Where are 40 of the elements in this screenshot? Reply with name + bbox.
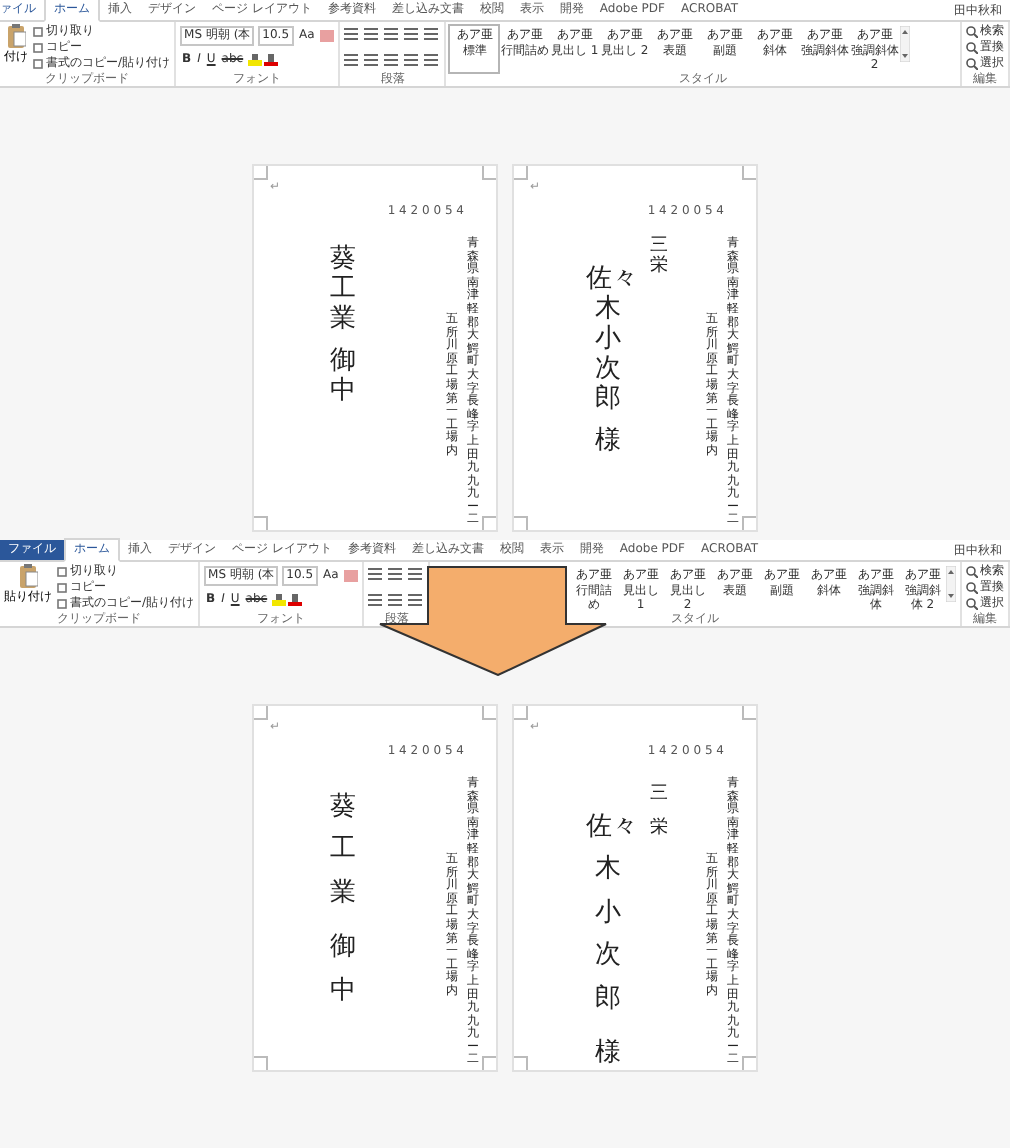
recipient-name: 佐々木小次郎 (586, 810, 631, 1018)
company-name: 三栄 (647, 782, 670, 843)
list-icon[interactable] (364, 54, 379, 66)
list-icon[interactable] (384, 28, 399, 40)
recipient-name: 葵工業 (328, 790, 359, 912)
honorific: 様 (593, 1036, 624, 1073)
honorific: 様 (593, 427, 624, 458)
list-icon[interactable] (384, 54, 399, 66)
font-color-icon[interactable] (287, 594, 302, 606)
list-icon[interactable] (408, 594, 423, 606)
font-color-icon[interactable] (263, 54, 278, 66)
magnifier-icon (966, 582, 978, 594)
magnifier-icon (966, 598, 978, 610)
magnifier-icon (966, 42, 978, 54)
magnifier-icon (966, 58, 978, 70)
list-icon[interactable] (368, 568, 383, 580)
list-icon[interactable] (408, 568, 423, 580)
scroll-arrows-icon[interactable] (900, 26, 911, 62)
recipient-name: 佐々木小次郎 (586, 266, 631, 416)
company-name: 三栄 (647, 238, 670, 278)
list-icon[interactable] (344, 28, 359, 40)
recipient-name: 葵工業 (328, 246, 359, 336)
list-icon[interactable] (424, 28, 439, 40)
list-icon[interactable] (404, 54, 419, 66)
honorific: 御中 (328, 347, 359, 408)
magnifier-icon (966, 26, 978, 38)
list-icon[interactable] (424, 54, 439, 66)
copy-icon (56, 582, 68, 594)
list-icon[interactable] (388, 594, 403, 606)
copy-icon (32, 42, 44, 54)
highlighter-icon[interactable] (247, 54, 262, 66)
list-icon[interactable] (388, 568, 403, 580)
magnifier-icon (966, 566, 978, 578)
scroll-arrows-icon[interactable] (946, 566, 956, 602)
honorific: 御中 (328, 930, 359, 1010)
highlighter-icon[interactable] (271, 594, 286, 606)
list-icon[interactable] (404, 28, 419, 40)
list-icon[interactable] (368, 594, 383, 606)
list-icon[interactable] (364, 28, 379, 40)
list-icon[interactable] (344, 54, 359, 66)
